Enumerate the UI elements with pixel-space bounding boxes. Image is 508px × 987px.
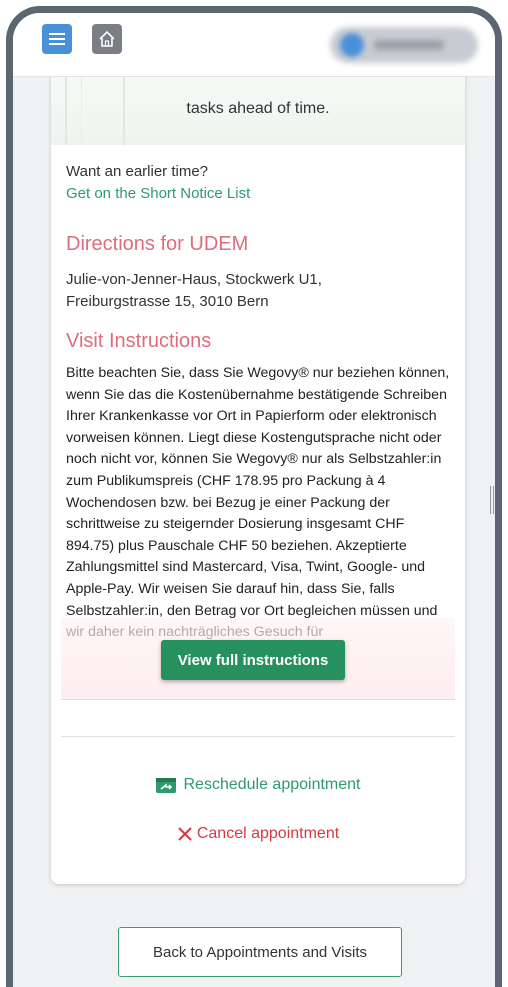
earlier-time-section: Want an earlier time? Get on the Short N…: [66, 161, 250, 205]
back-to-appointments-button[interactable]: Back to Appointments and Visits: [118, 927, 402, 977]
hero-banner: tasks ahead of time.: [51, 73, 465, 145]
cancel-label: Cancel appointment: [196, 825, 340, 842]
directions-heading: Directions for UDEM: [66, 233, 249, 255]
close-icon: [178, 827, 192, 841]
device-frame: tasks ahead of time. Want an earlier tim…: [6, 6, 502, 987]
appointment-card: tasks ahead of time. Want an earlier tim…: [51, 73, 465, 884]
hero-text: tasks ahead of time.: [186, 100, 330, 117]
resize-handle[interactable]: [490, 486, 494, 514]
visit-instructions-heading: Visit Instructions: [66, 330, 212, 352]
cancel-appointment-link[interactable]: Cancel appointment: [51, 825, 465, 843]
divider: [61, 736, 455, 737]
reschedule-label: Reschedule appointment: [183, 776, 361, 793]
address-line-1: Julie-von-Jenner-Haus, Stockwerk U1,: [66, 271, 322, 288]
short-notice-list-link[interactable]: Get on the Short Notice List: [66, 183, 250, 205]
address-line-2: Freiburgstrasse 15, 3010 Bern: [66, 293, 269, 310]
top-bar: [13, 13, 495, 77]
reschedule-appointment-link[interactable]: Reschedule appointment: [51, 776, 465, 794]
earlier-question: Want an earlier time?: [66, 163, 209, 180]
user-menu-button[interactable]: [330, 27, 478, 63]
home-icon: [99, 30, 115, 47]
home-button[interactable]: [92, 24, 122, 54]
avatar: [340, 33, 364, 57]
directions-address: Julie-von-Jenner-Haus, Stockwerk U1, Fre…: [66, 269, 436, 313]
menu-button[interactable]: [42, 24, 72, 54]
user-name-blurred: [374, 40, 444, 50]
calendar-reschedule-icon: [156, 778, 177, 793]
app-screen: tasks ahead of time. Want an earlier tim…: [13, 13, 495, 987]
view-full-instructions-button[interactable]: View full instructions: [161, 640, 345, 680]
hamburger-icon: [49, 33, 65, 45]
